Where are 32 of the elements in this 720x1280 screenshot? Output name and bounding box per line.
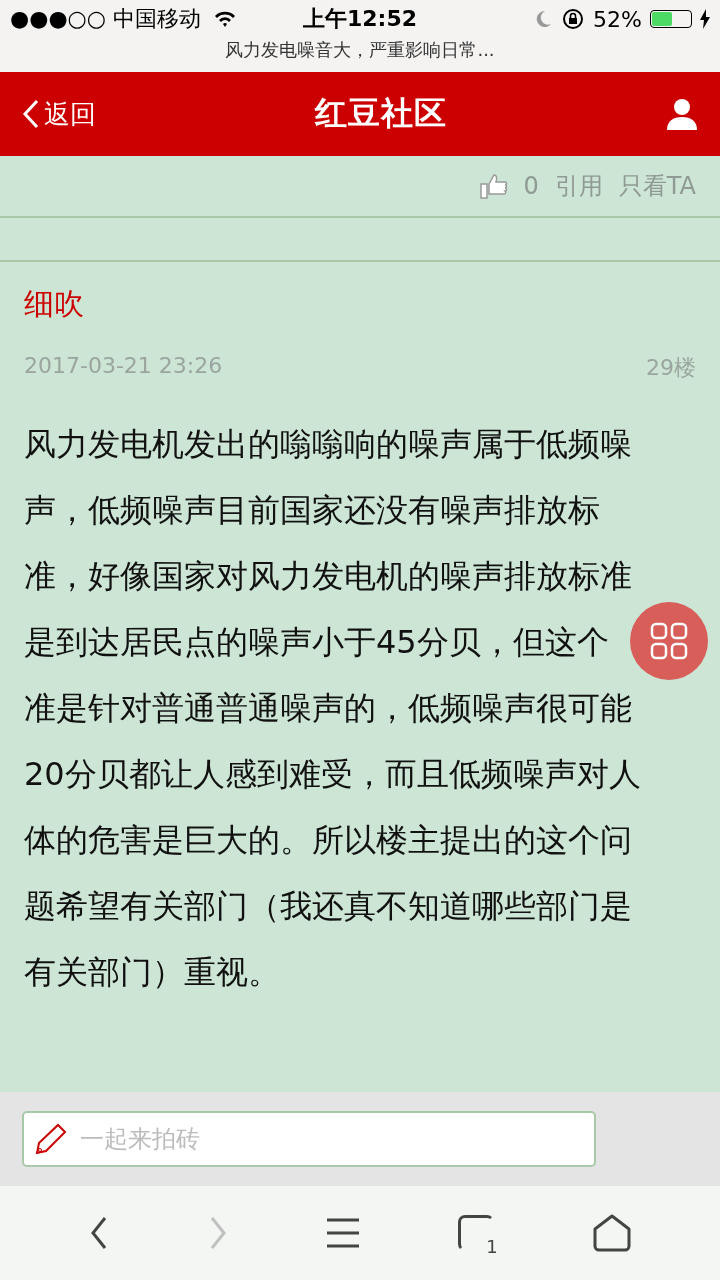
post-text-line: 20分贝都让人感到难受，而且低频噪声对人 xyxy=(24,754,641,795)
post-text-line: 有关部门）重视。 xyxy=(24,952,280,993)
reply-input-field[interactable]: 一起来拍砖 xyxy=(22,1111,596,1167)
thumbs-up-icon[interactable] xyxy=(479,173,508,199)
battery-percent: 52% xyxy=(593,6,642,32)
carrier-name: ●●●○○ 中国移动 xyxy=(10,5,201,33)
page-title: 风力发电噪音大，严重影响日常... xyxy=(224,38,496,62)
tabs-button[interactable]: 1 xyxy=(457,1215,494,1251)
community-title: 红豆社区 xyxy=(315,93,447,134)
battery-icon xyxy=(650,10,692,28)
post-text-line: 体的危害是巨大的。所以楼主提出的这个问 xyxy=(24,820,632,861)
post-text-line: 风力发电机发出的嗡嗡响的噪声属于低频噪 xyxy=(24,424,632,465)
like-count: 0 xyxy=(523,172,539,200)
chevron-left-icon[interactable] xyxy=(22,99,40,129)
home-icon[interactable] xyxy=(592,1214,631,1252)
post-date: 2017-03-21 23:26 xyxy=(24,353,223,380)
post-text-line: 准是针对普通普通噪声的，低频噪声很可能 xyxy=(24,688,632,729)
wifi-icon xyxy=(213,10,237,28)
back-link[interactable]: 返回 xyxy=(22,96,96,132)
floor-number: 29楼 xyxy=(646,354,696,382)
post-text-line: 是到达居民点的噪声小于45分贝，但这个 xyxy=(24,622,609,663)
grid-icon[interactable] xyxy=(649,621,689,661)
author-name[interactable]: 细吹 xyxy=(24,284,696,325)
charging-icon xyxy=(700,9,710,29)
clock-time: 上午12:52 xyxy=(302,5,418,33)
post-text-line: 题希望有关部门（我还真不知道哪些部门是 xyxy=(24,886,632,927)
pencil-icon xyxy=(34,1122,68,1156)
user-icon[interactable] xyxy=(666,98,698,130)
menu-icon[interactable] xyxy=(327,1218,359,1248)
rotation-lock-icon xyxy=(561,7,586,31)
post-text-line: 准，好像国家对风力发电机的噪声排放标准 xyxy=(24,556,632,597)
post-text-line: 声，低频噪声目前国家还没有噪声排放标 xyxy=(24,490,600,531)
